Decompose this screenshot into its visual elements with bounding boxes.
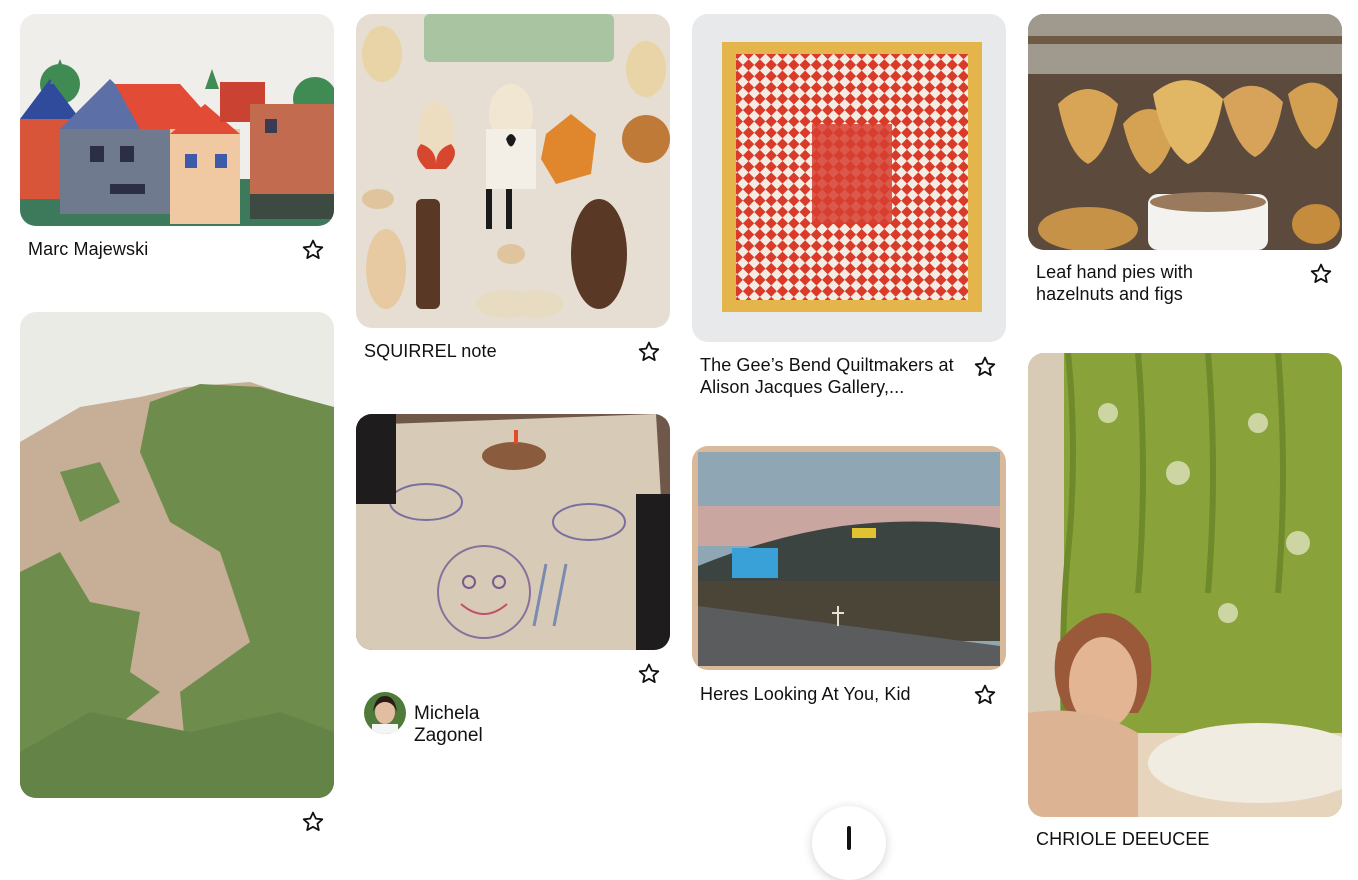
avatar[interactable] <box>364 692 406 734</box>
create-pin-button[interactable] <box>812 806 886 880</box>
pin-image-green-curtain-bathtub[interactable] <box>1028 353 1342 817</box>
pin-title[interactable]: Heres Looking At You, Kid <box>700 683 962 705</box>
save-star-icon[interactable] <box>972 354 998 380</box>
pin-image-drawn-tablecloth[interactable] <box>356 414 670 650</box>
pin-author-name[interactable]: Michela Zagonel <box>414 703 483 747</box>
pin-image-highway-painting[interactable] <box>692 446 1006 670</box>
save-star-icon[interactable] <box>300 809 326 835</box>
pin-title[interactable]: Leaf hand pies with hazelnuts and figs <box>1036 261 1272 305</box>
pin-title[interactable]: The Gee’s Bend Quiltmakers at Alison Jac… <box>700 354 962 398</box>
plus-icon <box>847 826 851 850</box>
save-star-icon[interactable] <box>972 682 998 708</box>
pin-title[interactable]: CHRIOLE DEEUCEE <box>1036 828 1272 850</box>
save-star-icon[interactable] <box>636 661 662 687</box>
pin-image-mountain-painting[interactable] <box>20 312 334 798</box>
pin-image-village-illustration[interactable] <box>20 14 334 226</box>
pin-title[interactable]: SQUIRREL note <box>364 340 624 362</box>
pin-image-ceramic-wall-collection[interactable] <box>356 14 670 328</box>
pin-image-leaf-pies[interactable] <box>1028 14 1342 250</box>
pin-title[interactable]: Marc Majewski <box>28 238 288 260</box>
save-star-icon[interactable] <box>636 339 662 365</box>
save-star-icon[interactable] <box>1308 261 1334 287</box>
pin-image-checkered-quilt[interactable] <box>692 14 1006 342</box>
save-star-icon[interactable] <box>300 237 326 263</box>
